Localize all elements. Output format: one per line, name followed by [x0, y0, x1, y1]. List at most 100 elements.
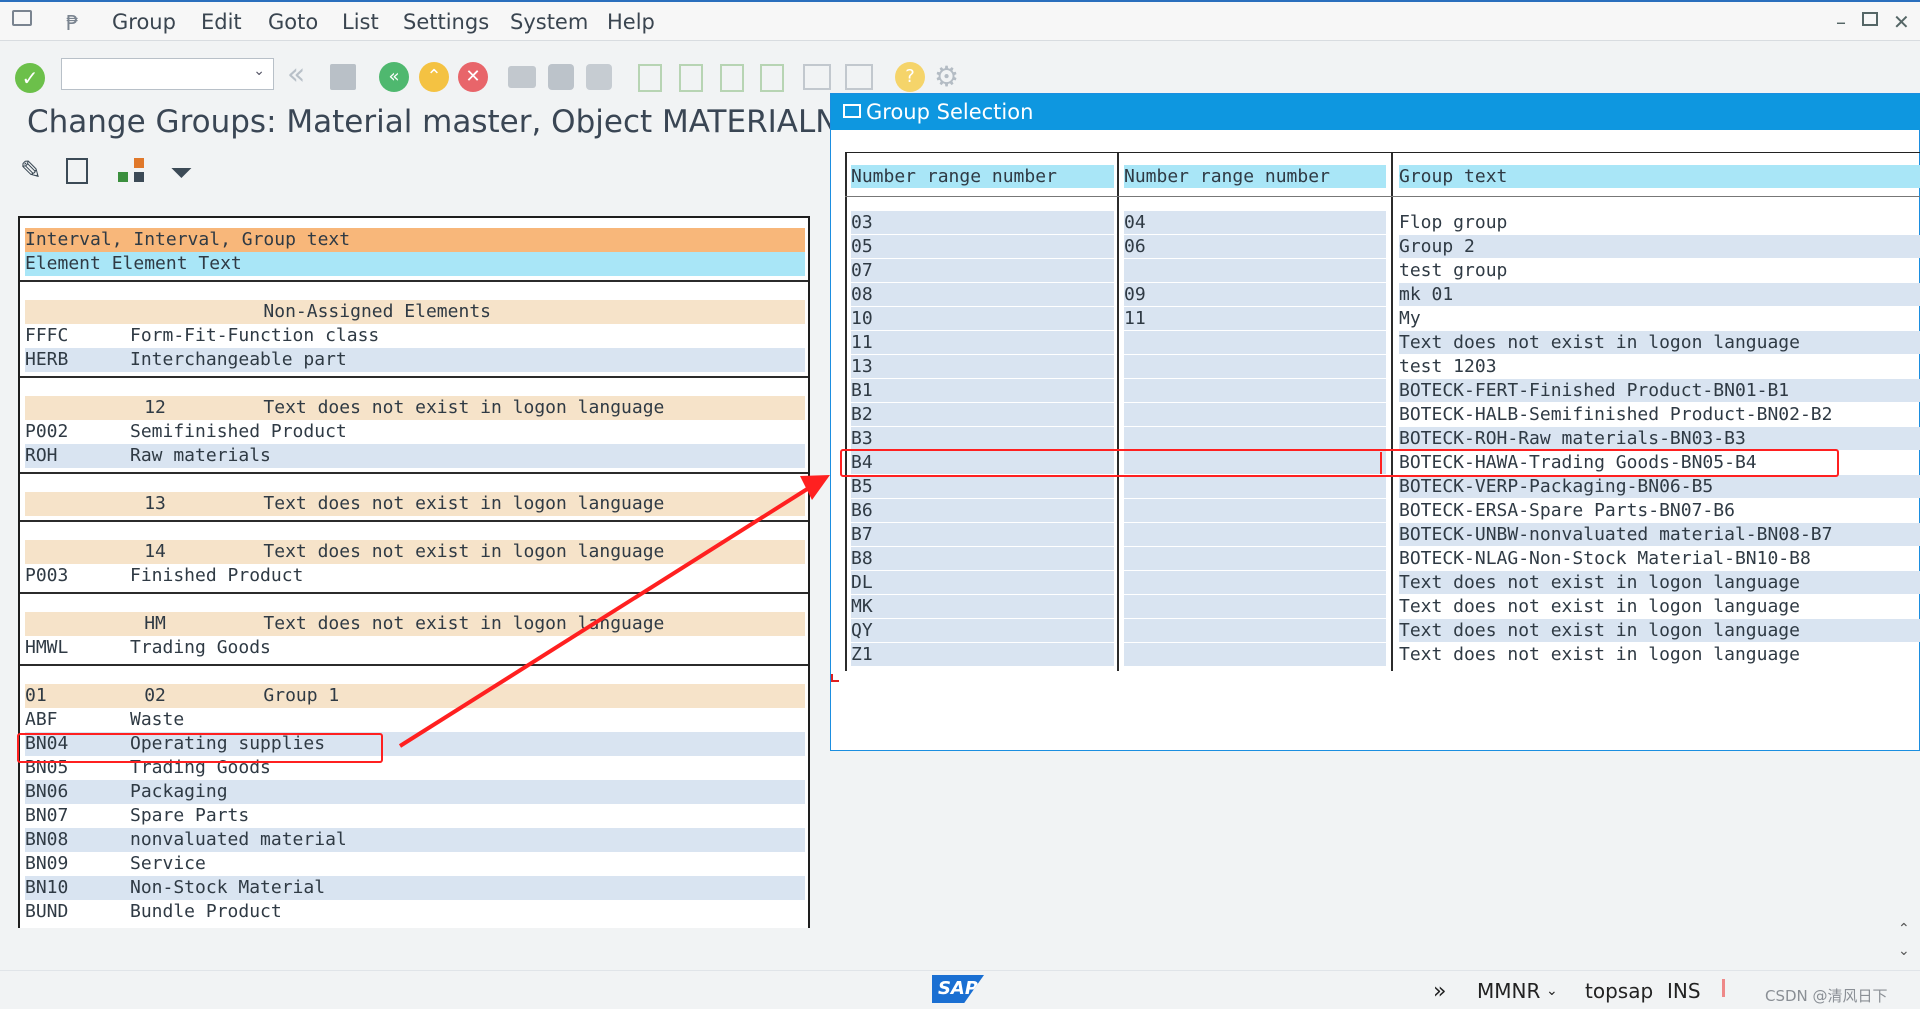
range-number-cell[interactable]: 09: [1124, 283, 1386, 306]
list-item[interactable]: BN08 nonvaluated material: [25, 828, 805, 852]
group-text-cell[interactable]: BOTECK-ROH-Raw materials-BN03-B3: [1399, 427, 1920, 450]
first-page-icon[interactable]: [638, 64, 662, 92]
command-field[interactable]: ⌄: [61, 58, 274, 90]
help-icon[interactable]: ?: [895, 62, 925, 92]
list-item[interactable]: ROH Raw materials: [25, 444, 805, 468]
collapse-icon[interactable]: «: [287, 60, 317, 90]
list-item[interactable]: BN07 Spare Parts: [25, 804, 805, 828]
range-number-cell[interactable]: [1124, 571, 1386, 594]
find-icon[interactable]: [548, 64, 574, 90]
range-number-cell[interactable]: 10: [851, 307, 1114, 330]
range-number-cell[interactable]: [1124, 499, 1386, 522]
range-number-cell[interactable]: [1124, 259, 1386, 282]
list-item[interactable]: HMWL Trading Goods: [25, 636, 805, 660]
group-text-cell[interactable]: BOTECK-HALB-Semifinished Product-BN02-B2: [1399, 403, 1920, 426]
range-number-cell[interactable]: [1124, 355, 1386, 378]
menu-edit[interactable]: Edit: [201, 10, 242, 34]
range-number-cell[interactable]: B7: [851, 523, 1114, 546]
insert-mode[interactable]: INS: [1667, 979, 1701, 1003]
range-number-cell[interactable]: B5: [851, 475, 1114, 498]
group-text-cell[interactable]: mk 01: [1399, 283, 1920, 306]
list-item[interactable]: FFFC Form-Fit-Function class: [25, 324, 805, 348]
range-number-cell[interactable]: 04: [1124, 211, 1386, 234]
range-number-cell[interactable]: 13: [851, 355, 1114, 378]
menu-goto[interactable]: Goto: [268, 10, 318, 34]
range-number-cell[interactable]: 11: [851, 331, 1114, 354]
group-text-cell[interactable]: Text does not exist in logon language: [1399, 643, 1920, 666]
last-page-icon[interactable]: [760, 64, 784, 92]
range-number-cell[interactable]: [1124, 643, 1386, 666]
find-next-icon[interactable]: [586, 64, 612, 90]
range-number-cell[interactable]: [1124, 523, 1386, 546]
scroll-down-icon[interactable]: ⌄: [1898, 943, 1910, 959]
range-number-cell[interactable]: B1: [851, 379, 1114, 402]
column-header[interactable]: Number range number: [1124, 165, 1386, 188]
range-number-cell[interactable]: DL: [851, 571, 1114, 594]
cancel-icon[interactable]: ✕: [458, 62, 488, 92]
menu-settings[interactable]: Settings: [403, 10, 489, 34]
range-number-cell[interactable]: [1124, 379, 1386, 402]
list-item[interactable]: BN10 Non-Stock Material: [25, 876, 805, 900]
range-number-cell[interactable]: [1124, 331, 1386, 354]
scroll-up-icon[interactable]: ⌃: [1898, 921, 1910, 937]
group-text-cell[interactable]: test group: [1399, 259, 1920, 282]
window-menu-icon[interactable]: [12, 10, 32, 26]
chevron-down-icon[interactable]: ⌄: [1546, 983, 1558, 999]
status-expand-icon[interactable]: »: [1433, 979, 1446, 1004]
menu-group[interactable]: Group: [112, 10, 176, 34]
range-number-cell[interactable]: [1124, 595, 1386, 618]
range-number-cell[interactable]: B8: [851, 547, 1114, 570]
group-text-cell[interactable]: BOTECK-ERSA-Spare Parts-BN07-B6: [1399, 499, 1920, 522]
range-number-cell[interactable]: QY: [851, 619, 1114, 642]
range-number-cell[interactable]: 11: [1124, 307, 1386, 330]
group-text-cell[interactable]: test 1203: [1399, 355, 1920, 378]
group-text-cell[interactable]: BOTECK-VERP-Packaging-BN06-B5: [1399, 475, 1920, 498]
menu-system[interactable]: System: [510, 10, 588, 34]
settings-gear-icon[interactable]: ⚙: [934, 62, 964, 92]
group-text-cell[interactable]: Text does not exist in logon language: [1399, 331, 1920, 354]
save-icon[interactable]: [330, 64, 356, 90]
range-number-cell[interactable]: 07: [851, 259, 1114, 282]
range-number-cell[interactable]: 06: [1124, 235, 1386, 258]
edit-pencil-icon[interactable]: ✎: [20, 156, 50, 186]
transaction-code[interactable]: MMNR: [1477, 979, 1540, 1003]
close-window-icon[interactable]: ✕: [1893, 10, 1910, 34]
range-number-cell[interactable]: [1124, 475, 1386, 498]
group-text-cell[interactable]: BOTECK-UNBW-nonvaluated material-BN08-B7: [1399, 523, 1920, 546]
group-text-cell[interactable]: Group 2: [1399, 235, 1920, 258]
group-text-cell[interactable]: My: [1399, 307, 1920, 330]
column-header[interactable]: Group text: [1399, 165, 1920, 188]
list-item[interactable]: BN09 Service: [25, 852, 805, 876]
group-text-cell[interactable]: Text does not exist in logon language: [1399, 619, 1920, 642]
range-number-cell[interactable]: [1124, 619, 1386, 642]
menu-list[interactable]: List: [342, 10, 379, 34]
exit-icon[interactable]: ⌃: [419, 62, 449, 92]
next-page-icon[interactable]: [720, 64, 744, 92]
sap-menu-icon[interactable]: ₱: [66, 11, 79, 35]
print-icon[interactable]: [508, 66, 536, 88]
range-number-cell[interactable]: B2: [851, 403, 1114, 426]
range-number-cell[interactable]: B6: [851, 499, 1114, 522]
restore-icon[interactable]: [1862, 12, 1878, 26]
range-number-cell[interactable]: Z1: [851, 643, 1114, 666]
filter-icon[interactable]: ⏷: [170, 156, 200, 189]
group-text-cell[interactable]: BOTECK-NLAG-Non-Stock Material-BN10-B8: [1399, 547, 1920, 570]
list-item[interactable]: P003 Finished Product: [25, 564, 805, 588]
range-number-cell[interactable]: [1124, 403, 1386, 426]
create-session-icon[interactable]: [803, 64, 831, 90]
list-item[interactable]: P002 Semifinished Product: [25, 420, 805, 444]
previous-page-icon[interactable]: [679, 64, 703, 92]
range-number-cell[interactable]: B3: [851, 427, 1114, 450]
back-icon[interactable]: «: [379, 62, 409, 92]
group-text-cell[interactable]: Text does not exist in logon language: [1399, 595, 1920, 618]
column-header[interactable]: Number range number: [851, 165, 1114, 188]
range-number-cell[interactable]: [1124, 547, 1386, 570]
group-text-cell[interactable]: Flop group: [1399, 211, 1920, 234]
group-text-cell[interactable]: Text does not exist in logon language: [1399, 571, 1920, 594]
list-item[interactable]: BUND Bundle Product: [25, 900, 805, 924]
group-text-cell[interactable]: BOTECK-FERT-Finished Product-BN01-B1: [1399, 379, 1920, 402]
new-document-icon[interactable]: [66, 158, 88, 184]
list-item[interactable]: HERB Interchangeable part: [25, 348, 805, 372]
range-number-cell[interactable]: 05: [851, 235, 1114, 258]
minimize-icon[interactable]: –: [1836, 10, 1846, 34]
